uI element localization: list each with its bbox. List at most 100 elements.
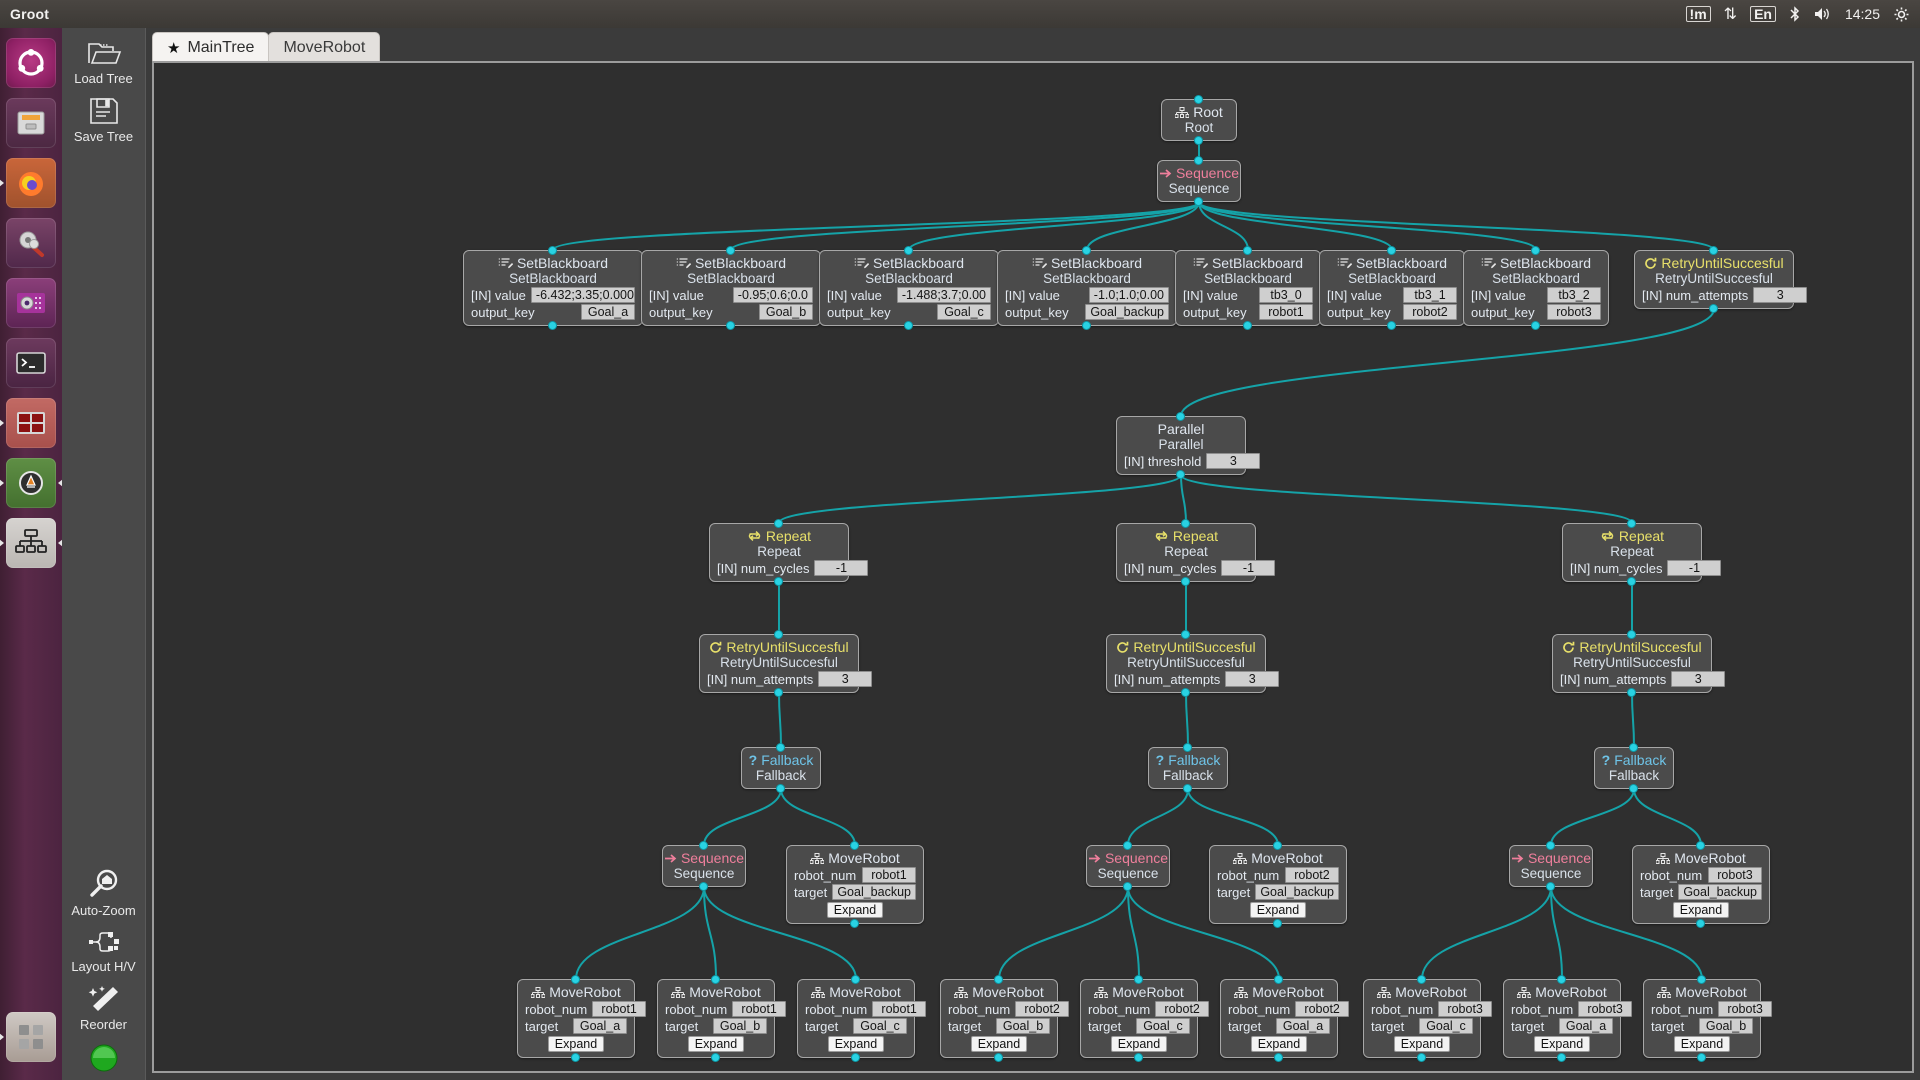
node-input-port[interactable] — [548, 246, 557, 255]
status-indicator[interactable] — [64, 1042, 144, 1074]
node-param-value[interactable]: -1.488;3.7;0.00 — [896, 287, 991, 303]
node-input-port[interactable] — [904, 246, 913, 255]
node-input-port[interactable] — [1627, 630, 1636, 639]
node-input-port[interactable] — [726, 246, 735, 255]
node-input-port[interactable] — [1082, 246, 1091, 255]
expand-button[interactable]: Expand — [547, 1036, 605, 1052]
bluetooth-icon[interactable] — [1789, 6, 1801, 22]
node-output-port[interactable] — [1243, 321, 1252, 330]
node-param-value[interactable]: Goal_c — [937, 304, 991, 320]
node-output-port[interactable] — [571, 1053, 580, 1062]
reorder-button[interactable]: Reorder — [64, 984, 144, 1032]
node-input-port[interactable] — [1274, 975, 1283, 984]
launcher-item-firefox[interactable] — [6, 158, 56, 208]
expand-button[interactable]: Expand — [687, 1036, 745, 1052]
node-input-port[interactable] — [1387, 246, 1396, 255]
node-output-port[interactable] — [1274, 1053, 1283, 1062]
node-output-port[interactable] — [1557, 1053, 1566, 1062]
launcher-item-terminator[interactable] — [6, 398, 56, 448]
node-param-value[interactable]: Goal_c — [1136, 1018, 1190, 1034]
node-param-value[interactable]: Goal_c — [853, 1018, 907, 1034]
node-input-port[interactable] — [1176, 412, 1185, 421]
node-output-port[interactable] — [1194, 197, 1203, 206]
node-param-value[interactable]: Goal_backup — [1085, 304, 1169, 320]
node-input-port[interactable] — [1697, 975, 1706, 984]
bt-node-mr_1a[interactable]: MoveRobot robot_num robot1 target Goal_a Expa… — [517, 975, 647, 1062]
auto-zoom-button[interactable]: Auto-Zoom — [64, 868, 144, 918]
node-param-value[interactable]: Goal_c — [1419, 1018, 1473, 1034]
node-param-value[interactable]: robot2 — [1015, 1001, 1070, 1017]
gear-icon[interactable] — [1893, 6, 1910, 23]
volume-icon[interactable] — [1814, 6, 1832, 22]
node-param-value[interactable]: robot3 — [1718, 1001, 1773, 1017]
multiload-indicator-icon[interactable]: !m — [1685, 6, 1711, 22]
node-param-value[interactable]: robot1 — [732, 1001, 787, 1017]
expand-button[interactable]: Expand — [1249, 902, 1307, 918]
node-output-port[interactable] — [1696, 919, 1705, 928]
node-output-port[interactable] — [1181, 577, 1190, 586]
load-tree-button[interactable]: Load Tree — [64, 38, 144, 86]
bt-node-retry3[interactable]: RetryUntilSuccesful RetryUntilSuccesful [I… — [1552, 630, 1726, 697]
node-input-port[interactable] — [1134, 975, 1143, 984]
node-param-value[interactable]: robot3 — [1708, 867, 1762, 883]
node-param-value[interactable]: 3 — [1225, 671, 1280, 687]
node-param-value[interactable]: Goal_a — [1559, 1018, 1613, 1034]
node-param-value[interactable]: robot3 — [1578, 1001, 1633, 1017]
bt-node-mr_b1[interactable]: MoveRobot robot_num robot1 target Goal_backu… — [786, 841, 924, 928]
node-input-port[interactable] — [1709, 246, 1718, 255]
node-output-port[interactable] — [1183, 784, 1192, 793]
node-param-value[interactable]: tb3_1 — [1403, 287, 1457, 303]
node-input-port[interactable] — [851, 975, 860, 984]
node-output-port[interactable] — [774, 577, 783, 586]
node-input-port[interactable] — [776, 743, 785, 752]
bt-node-mr_1c[interactable]: MoveRobot robot_num robot1 target Goal_c Expa… — [797, 975, 927, 1062]
bt-node-sb_r2[interactable]: SetBlackboard SetBlackboard [IN] value tb3_… — [1319, 246, 1465, 330]
node-input-port[interactable] — [1273, 841, 1282, 850]
launcher-item-gazebo[interactable] — [6, 458, 56, 508]
node-input-port[interactable] — [1417, 975, 1426, 984]
bt-node-mr_2c[interactable]: MoveRobot robot_num robot2 target Goal_c Expa… — [1080, 975, 1210, 1062]
tab-moverobot[interactable]: MoveRobot — [268, 32, 381, 62]
node-input-port[interactable] — [1194, 156, 1203, 165]
node-param-value[interactable]: Goal_backup — [1678, 884, 1762, 900]
node-output-port[interactable] — [850, 919, 859, 928]
launcher-item-system-tools[interactable] — [6, 218, 56, 268]
bt-node-mr_2b[interactable]: MoveRobot robot_num robot2 target Goal_b Expa… — [940, 975, 1070, 1062]
node-input-port[interactable] — [571, 975, 580, 984]
node-input-port[interactable] — [1557, 975, 1566, 984]
node-param-value[interactable]: -1 — [1221, 560, 1276, 576]
node-input-port[interactable] — [774, 630, 783, 639]
node-output-port[interactable] — [548, 321, 557, 330]
node-input-port[interactable] — [1627, 519, 1636, 528]
node-param-value[interactable]: robot3 — [1547, 304, 1601, 320]
node-param-value[interactable]: robot1 — [872, 1001, 927, 1017]
bt-node-sb_a[interactable]: SetBlackboard SetBlackboard [IN] value -6.4… — [463, 246, 643, 330]
bt-node-seq3[interactable]: Sequence Sequence — [1509, 841, 1593, 891]
node-param-value[interactable]: robot1 — [1259, 304, 1313, 320]
node-param-value[interactable]: Goal_backup — [1255, 884, 1339, 900]
node-output-port[interactable] — [774, 688, 783, 697]
node-param-value[interactable]: robot2 — [1285, 867, 1339, 883]
node-param-value[interactable]: Goal_b — [713, 1018, 767, 1034]
node-param-value[interactable]: Goal_b — [1699, 1018, 1753, 1034]
clock[interactable]: 14:25 — [1845, 6, 1880, 22]
bt-node-retry1[interactable]: RetryUntilSuccesful RetryUntilSuccesful [I… — [699, 630, 873, 697]
node-input-port[interactable] — [774, 519, 783, 528]
node-input-port[interactable] — [1123, 841, 1132, 850]
node-output-port[interactable] — [1629, 784, 1638, 793]
expand-button[interactable]: Expand — [1110, 1036, 1168, 1052]
node-param-value[interactable]: robot2 — [1403, 304, 1457, 320]
node-param-value[interactable]: robot2 — [1155, 1001, 1210, 1017]
node-output-port[interactable] — [1627, 688, 1636, 697]
node-param-value[interactable]: tb3_2 — [1547, 287, 1601, 303]
bt-node-seq1[interactable]: Sequence Sequence — [662, 841, 746, 891]
bt-node-retry2[interactable]: RetryUntilSuccesful RetryUntilSuccesful [I… — [1106, 630, 1280, 697]
node-input-port[interactable] — [1243, 246, 1252, 255]
tab-maintree[interactable]: ★ MainTree — [152, 32, 270, 62]
bt-node-root[interactable]: Root Root — [1161, 95, 1237, 145]
node-input-port[interactable] — [1696, 841, 1705, 850]
bt-node-mr_3b[interactable]: MoveRobot robot_num robot3 target Goal_b Expa… — [1643, 975, 1773, 1062]
node-param-value[interactable]: 3 — [1206, 453, 1261, 469]
node-output-port[interactable] — [1709, 304, 1718, 313]
node-output-port[interactable] — [1387, 321, 1396, 330]
